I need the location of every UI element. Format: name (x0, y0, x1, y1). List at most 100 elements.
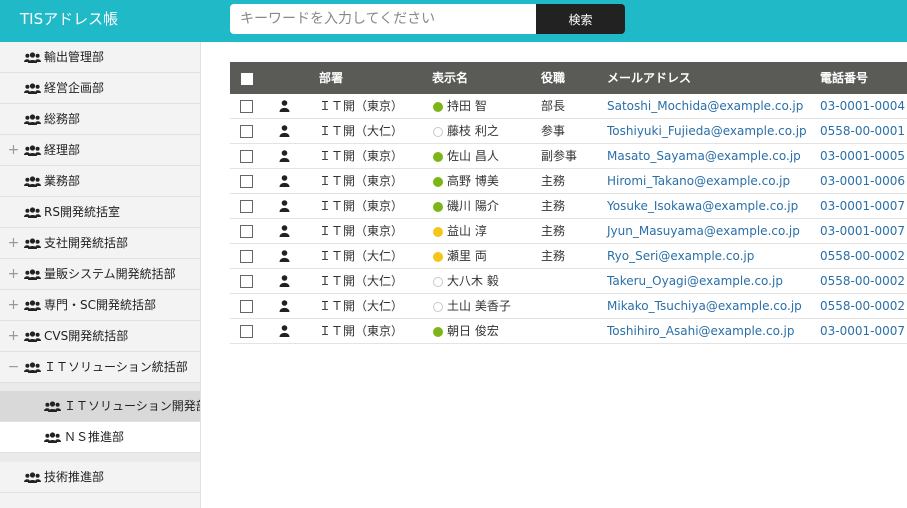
cell-department: ＩＴ開（大仁） (319, 274, 404, 288)
phone-link[interactable]: 0558-00-0002 (820, 299, 905, 314)
sidebar-item[interactable]: 業務部 (0, 166, 200, 197)
table-row[interactable]: ＩＴ開（大仁） 藤枝 利之 参事 Toshiyuki_Fujieda@example.… (230, 119, 907, 144)
row-checkbox[interactable] (240, 150, 253, 163)
email-link[interactable]: Jyun_Masuyama@example.co.jp (607, 224, 800, 239)
cell-display-name: 佐山 昌人 (447, 149, 499, 163)
row-checkbox[interactable] (240, 100, 253, 113)
phone-link[interactable]: 03-0001-0004 (820, 99, 905, 114)
sidebar-item[interactable]: RS開発統括室 (0, 197, 200, 228)
phone-link[interactable]: 0558-00-0001 (820, 124, 905, 139)
sidebar-item[interactable]: + 支社開発統括部 (0, 228, 200, 259)
app-title[interactable]: TISアドレス帳 (20, 9, 118, 29)
person-icon[interactable] (279, 300, 290, 315)
sidebar-subitem[interactable]: ＩＴソリューション開発部 (0, 391, 200, 422)
cell-department: ＩＴ開（東京） (319, 199, 404, 213)
column-header-phone[interactable]: 電話番号 (820, 71, 868, 85)
cell-department: ＩＴ開（東京） (319, 324, 404, 338)
row-checkbox[interactable] (240, 275, 253, 288)
table-row[interactable]: ＩＴ開（大仁） 大八木 毅 Takeru_Oyagi@example.co.jp 05… (230, 269, 907, 294)
email-link[interactable]: Satoshi_Mochida@example.co.jp (607, 99, 803, 114)
email-link[interactable]: Ryo_Seri@example.co.jp (607, 249, 754, 264)
phone-link[interactable]: 03-0001-0005 (820, 149, 905, 164)
cell-display-name: 高野 博美 (447, 174, 499, 188)
table-row[interactable]: ＩＴ開（東京） 佐山 昌人 副参事 Masato_Sayama@example.co.… (230, 144, 907, 169)
cell-position: 主務 (541, 199, 566, 213)
sidebar-item[interactable]: 技術推進部 (0, 462, 200, 493)
group-icon (24, 300, 41, 314)
phone-link[interactable]: 03-0001-0006 (820, 174, 905, 189)
email-link[interactable]: Mikako_Tsuchiya@example.co.jp (607, 299, 802, 314)
person-icon[interactable] (279, 250, 290, 265)
sidebar-item[interactable]: 輸出管理部 (0, 42, 200, 73)
cell-display-name: 朝日 俊宏 (447, 324, 499, 338)
sidebar-subitem[interactable]: ＮＳ推進部 (0, 422, 200, 453)
group-icon (24, 472, 41, 486)
person-icon[interactable] (279, 175, 290, 190)
email-link[interactable]: Masato_Sayama@example.co.jp (607, 149, 801, 164)
search-input[interactable] (230, 4, 536, 34)
cell-department: ＩＴ開（東京） (319, 224, 404, 238)
person-icon[interactable] (279, 325, 290, 340)
cell-department: ＩＴ開（東京） (319, 99, 404, 113)
row-checkbox[interactable] (240, 250, 253, 263)
row-checkbox[interactable] (240, 300, 253, 313)
table-row[interactable]: ＩＴ開（東京） 磯川 陽介 主務 Yosuke_Isokawa@example.co.… (230, 194, 907, 219)
group-icon (44, 432, 61, 446)
sidebar-item-label: 経理部 (44, 143, 81, 157)
group-icon (44, 401, 61, 415)
sidebar-item-label: ＩＴソリューション統括部 (44, 360, 188, 374)
column-header-email[interactable]: メールアドレス (607, 71, 691, 85)
person-icon[interactable] (279, 125, 290, 140)
sidebar-item[interactable]: + 量販システム開発統括部 (0, 259, 200, 290)
collapse-icon[interactable]: − (7, 360, 20, 374)
search-button[interactable]: 検索 (536, 4, 625, 34)
email-link[interactable]: Yosuke_Isokawa@example.co.jp (607, 199, 798, 214)
expand-icon[interactable]: + (7, 329, 20, 343)
expand-icon[interactable]: + (7, 143, 20, 157)
table-row[interactable]: ＩＴ開（東京） 益山 淳 主務 Jyun_Masuyama@example.co.jp… (230, 219, 907, 244)
table-row[interactable]: ＩＴ開（東京） 朝日 俊宏 Toshihiro_Asahi@example.co.j… (230, 319, 907, 344)
expand-icon[interactable]: + (7, 298, 20, 312)
column-header-department[interactable]: 部署 (319, 71, 343, 85)
table-row[interactable]: ＩＴ開（東京） 持田 智 部長 Satoshi_Mochida@example.co.… (230, 94, 907, 119)
phone-link[interactable]: 0558-00-0002 (820, 274, 905, 289)
table-row[interactable]: ＩＴ開（東京） 高野 博美 主務 Hiromi_Takano@example.co.j… (230, 169, 907, 194)
sidebar-item-label: 業務部 (44, 174, 81, 188)
cell-display-name: 益山 淳 (447, 224, 487, 238)
phone-link[interactable]: 0558-00-0002 (820, 249, 905, 264)
phone-link[interactable]: 03-0001-0007 (820, 324, 905, 339)
column-header-display-name[interactable]: 表示名 (432, 71, 468, 85)
email-link[interactable]: Hiromi_Takano@example.co.jp (607, 174, 790, 189)
email-link[interactable]: Toshihiro_Asahi@example.co.jp (607, 324, 795, 339)
row-checkbox[interactable] (240, 325, 253, 338)
status-indicator-icon (433, 102, 443, 112)
person-icon[interactable] (279, 200, 290, 215)
phone-link[interactable]: 03-0001-0007 (820, 224, 905, 239)
sidebar-item[interactable]: + CVS開発統括部 (0, 321, 200, 352)
column-header-position[interactable]: 役職 (541, 71, 565, 85)
table-row[interactable]: ＩＴ開（大仁） 瀬里 両 主務 Ryo_Seri@example.co.jp 0558-… (230, 244, 907, 269)
sidebar-item[interactable]: 総務部 (0, 104, 200, 135)
row-checkbox[interactable] (240, 225, 253, 238)
sidebar-item[interactable]: + 経理部 (0, 135, 200, 166)
person-icon[interactable] (279, 225, 290, 240)
group-icon (24, 269, 41, 283)
group-icon (24, 176, 41, 190)
phone-link[interactable]: 03-0001-0007 (820, 199, 905, 214)
person-icon[interactable] (279, 150, 290, 165)
row-checkbox[interactable] (240, 200, 253, 213)
row-checkbox[interactable] (240, 125, 253, 138)
person-icon[interactable] (279, 100, 290, 115)
sidebar-item[interactable]: 経営企画部 (0, 73, 200, 104)
email-link[interactable]: Toshiyuki_Fujieda@example.co.jp (607, 124, 807, 139)
cell-display-name: 大八木 毅 (447, 274, 499, 288)
expand-icon[interactable]: + (7, 267, 20, 281)
sidebar-item[interactable]: − ＩＴソリューション統括部 (0, 352, 200, 383)
table-row[interactable]: ＩＴ開（大仁） 土山 美香子 Mikako_Tsuchiya@example.co.… (230, 294, 907, 319)
row-checkbox[interactable] (240, 175, 253, 188)
select-all-checkbox[interactable] (241, 73, 253, 85)
email-link[interactable]: Takeru_Oyagi@example.co.jp (607, 274, 783, 289)
expand-icon[interactable]: + (7, 236, 20, 250)
sidebar-item[interactable]: + 専門・SC開発統括部 (0, 290, 200, 321)
person-icon[interactable] (279, 275, 290, 290)
